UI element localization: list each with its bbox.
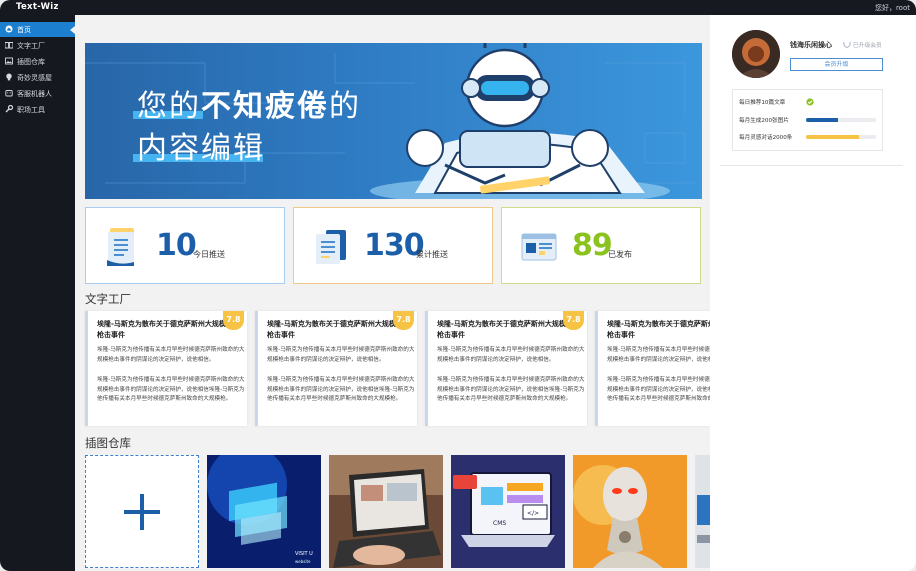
username: 钱海乐闲操心 — [790, 41, 832, 49]
avatar[interactable] — [732, 30, 780, 78]
gallery-thumbnail[interactable] — [573, 455, 687, 568]
sidebar-item-inspiration[interactable]: 奇妙灵感屋 — [0, 70, 75, 85]
book-icon — [5, 42, 13, 49]
banner-title-text: 的 — [329, 89, 361, 124]
article-card[interactable]: 埃隆-马斯克为散布关于德克萨斯州大规模枪击事件 7.8 埃隆-马斯克为他传播有关… — [255, 311, 417, 426]
sidebar: 首页 文字工厂 插图仓库 奇妙灵感屋 客服机器人 职场工具 — [0, 15, 75, 571]
add-illustration-button[interactable] — [85, 455, 199, 568]
progress-bar — [806, 118, 876, 122]
task-label: 每日推荐10篇文章 — [739, 100, 786, 106]
progress-fill — [806, 118, 838, 122]
article-paragraph: 埃隆-马斯克为他传播有关本月早些时候德克萨斯州致命的大规模枪击事件的阴谋论的决定… — [607, 347, 710, 363]
task-label: 每月灵感对话2000条 — [739, 135, 793, 141]
article-title: 埃隆-马斯克为散布关于德克萨斯州大规模枪击事件 — [267, 320, 396, 339]
profile-panel: 钱海乐闲操心 已升级会员 会员升级 每日推荐10篇文章 每月生成200张图片 每… — [710, 15, 916, 571]
sidebar-item-chatbot[interactable]: 客服机器人 — [0, 86, 75, 101]
robot-icon — [5, 90, 13, 97]
bulb-icon — [6, 73, 12, 81]
member-badge: 已升级会员 — [843, 40, 882, 49]
sidebar-item-text-factory[interactable]: 文字工厂 — [0, 38, 75, 53]
banner-title-text: 您的 — [137, 89, 201, 124]
task-list: 每日推荐10篇文章 每月生成200张图片 每月灵感对话2000条 — [732, 89, 883, 151]
check-icon — [806, 98, 814, 106]
thumbnail-caption: CMS — [493, 520, 506, 527]
stat-label: 已发布 — [608, 250, 632, 259]
thumbnail-caption: VISIT U — [295, 551, 313, 557]
article-paragraph: 埃隆-马斯克为他传播有关本月早些时候德克萨斯州致命的大规模枪击事件的阴谋论的决定… — [437, 347, 585, 363]
section-title-gallery: 插图仓库 — [85, 436, 131, 450]
gallery-thumbnail[interactable]: CMS </> — [451, 455, 565, 568]
article-paragraph: 埃隆-马斯克为他传播有关本月早些时候德克萨斯州致命的大规模枪击事件的阴谋论的决定… — [267, 347, 415, 363]
avatar-image — [732, 30, 780, 78]
hero-banner: 您的不知疲倦的 内容编辑 — [85, 43, 702, 199]
files-icon — [316, 230, 346, 264]
laurel-icon — [843, 41, 851, 49]
stat-card-today[interactable]: 10 今日推送 — [85, 207, 285, 284]
robot-illustration — [370, 43, 670, 199]
stat-card-total[interactable]: 130 累计推送 — [293, 207, 493, 284]
sidebar-item-home[interactable]: 首页 — [0, 22, 75, 37]
article-paragraph: 埃隆-马斯克为他传播有关本月早些时候德克萨斯州致命的大规模枪击事件的阴谋论的决定… — [607, 377, 710, 402]
progress-bar — [806, 135, 876, 139]
article-card[interactable]: 埃隆-马斯克为散布关于德克萨斯州大规模枪击事件 7.8 埃隆-马斯克为他传播有关… — [425, 311, 587, 426]
member-badge-text: 已升级会员 — [852, 43, 882, 49]
article-card[interactable]: 埃隆-马斯克为散布关于德克萨斯州大规模枪击事件 7.8 埃隆-马斯克为他传播有关… — [85, 311, 247, 426]
top-bar: Text-Wiz 您好，root — [0, 0, 916, 15]
stat-value: 10 — [156, 228, 197, 263]
wrench-icon — [5, 105, 13, 113]
gallery-thumbnail[interactable] — [329, 455, 443, 568]
sidebar-item-illustration-store[interactable]: 插图仓库 — [0, 54, 75, 69]
article-paragraph: 埃隆-马斯克为他传播有关本月早些时候德克萨斯州致命的大规模枪击事件的阴谋论的决定… — [97, 377, 245, 402]
banner-title-line-1: 您的不知疲倦的 — [137, 81, 361, 125]
upgrade-button[interactable]: 会员升级 — [790, 58, 883, 71]
section-title-text-factory: 文字工厂 — [85, 292, 131, 306]
stat-label: 今日推送 — [193, 250, 225, 259]
divider — [720, 165, 903, 166]
sidebar-item-label: 插图仓库 — [17, 58, 45, 66]
plus-icon — [124, 494, 160, 530]
article-title: 埃隆-马斯克为散布关于德克萨斯州大规模枪击事件 — [437, 320, 566, 339]
stat-value: 130 — [364, 228, 425, 263]
thumbnail-image — [695, 455, 710, 568]
task-label: 每月生成200张图片 — [739, 118, 789, 124]
banner-title-bold: 不知疲倦 — [201, 89, 329, 124]
stat-value: 89 — [572, 228, 613, 263]
article-paragraph: 埃隆-马斯克为他传播有关本月早些时候德克萨斯州致命的大规模枪击事件的阴谋论的决定… — [267, 377, 415, 402]
browser-window-icon — [521, 233, 557, 261]
article-paragraph: 埃隆-马斯克为他传播有关本月早些时候德克萨斯州致命的大规模枪击事件的阴谋论的决定… — [437, 377, 585, 402]
thumbnail-image — [573, 455, 687, 568]
stat-card-published[interactable]: 89 已发布 — [501, 207, 701, 284]
article-paragraph: 埃隆-马斯克为他传播有关本月早些时候德克萨斯州致命的大规模枪击事件的阴谋论的决定… — [97, 347, 245, 363]
gallery-thumbnail[interactable]: VISIT U website — [207, 455, 321, 568]
document-icon — [107, 228, 134, 266]
thumbnail-image: CMS </> — [451, 455, 565, 568]
sidebar-item-label: 文字工厂 — [17, 42, 45, 50]
score-badge: 7.8 — [223, 311, 244, 330]
app-logo: Text-Wiz — [16, 2, 59, 12]
sidebar-item-label: 客服机器人 — [17, 90, 52, 98]
image-icon — [5, 57, 13, 65]
home-icon — [5, 25, 13, 33]
banner-title-line-2: 内容编辑 — [137, 131, 265, 166]
article-title: 埃隆-马斯克为散布关于德克萨斯州大规模枪击事件 — [607, 320, 710, 339]
main-content: 您的不知疲倦的 内容编辑 10 今日推送 130 累计推送 89 已发布 文字工… — [75, 15, 710, 571]
progress-fill — [806, 135, 859, 139]
article-card[interactable]: 埃隆-马斯克为散布关于德克萨斯州大规模枪击事件 埃隆-马斯克为他传播有关本月早些… — [595, 311, 710, 426]
thumbnail-caption: website — [295, 559, 311, 564]
thumbnail-image — [329, 455, 443, 568]
sidebar-item-label: 首页 — [17, 26, 31, 34]
user-greeting[interactable]: 您好，root — [875, 3, 910, 13]
sidebar-item-workplace-tools[interactable]: 职场工具 — [0, 102, 75, 117]
gallery-thumbnail[interactable] — [695, 455, 710, 568]
sidebar-item-label: 奇妙灵感屋 — [17, 74, 52, 82]
sidebar-item-label: 职场工具 — [17, 106, 45, 114]
app-window: Text-Wiz 您好，root 首页 文字工厂 插图仓库 奇妙灵感屋 客服机器… — [0, 0, 916, 571]
thumbnail-caption: </> — [527, 510, 539, 517]
stat-label: 累计推送 — [416, 250, 448, 259]
thumbnail-image: VISIT U website — [207, 455, 321, 568]
score-badge: 7.8 — [393, 311, 414, 330]
score-badge: 7.8 — [563, 311, 584, 330]
article-title: 埃隆-马斯克为散布关于德克萨斯州大规模枪击事件 — [97, 320, 226, 339]
